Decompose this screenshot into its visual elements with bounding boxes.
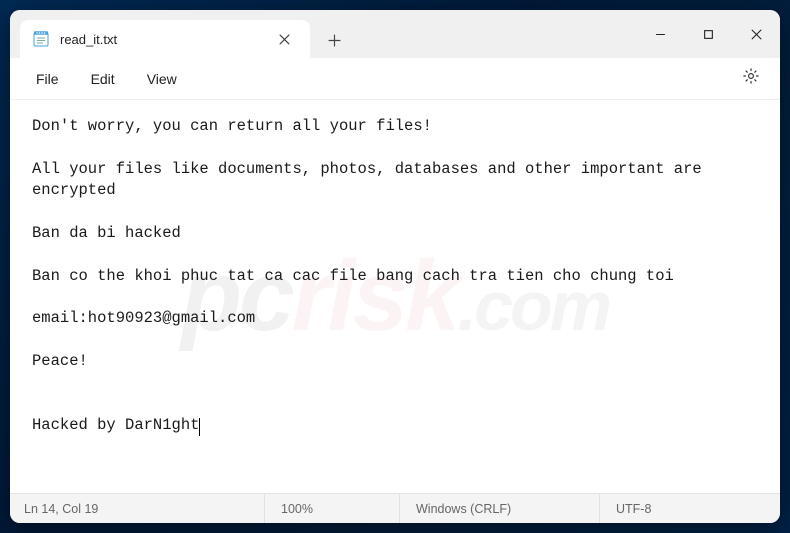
tab-title: read_it.txt <box>60 32 262 47</box>
titlebar[interactable]: read_it.txt <box>10 10 780 58</box>
status-zoom[interactable]: 100% <box>265 494 400 523</box>
gear-icon <box>742 67 760 90</box>
tab-close-button[interactable] <box>272 27 296 51</box>
status-line-ending[interactable]: Windows (CRLF) <box>400 494 600 523</box>
status-encoding[interactable]: UTF-8 <box>600 494 780 523</box>
menu-file[interactable]: File <box>22 65 73 93</box>
new-tab-button[interactable] <box>316 22 352 58</box>
text-caret <box>199 418 200 436</box>
menu-edit[interactable]: Edit <box>77 65 129 93</box>
tab-strip: read_it.txt <box>10 10 352 58</box>
tab-active[interactable]: read_it.txt <box>20 20 310 58</box>
window-controls <box>636 10 780 58</box>
status-cursor-position[interactable]: Ln 14, Col 19 <box>10 494 265 523</box>
titlebar-drag-area[interactable] <box>352 10 636 58</box>
menu-view[interactable]: View <box>133 65 191 93</box>
editor-area[interactable]: pcrisk.com Don't worry, you can return a… <box>10 100 780 493</box>
menubar: File Edit View <box>10 58 780 100</box>
notepad-window: read_it.txt File Edit View <box>10 10 780 523</box>
settings-button[interactable] <box>734 62 768 96</box>
close-window-button[interactable] <box>732 10 780 58</box>
notepad-icon <box>32 30 50 48</box>
document-text: Don't worry, you can return all your fil… <box>32 117 711 434</box>
maximize-button[interactable] <box>684 10 732 58</box>
text-content[interactable]: Don't worry, you can return all your fil… <box>10 100 780 453</box>
statusbar: Ln 14, Col 19 100% Windows (CRLF) UTF-8 <box>10 493 780 523</box>
minimize-button[interactable] <box>636 10 684 58</box>
